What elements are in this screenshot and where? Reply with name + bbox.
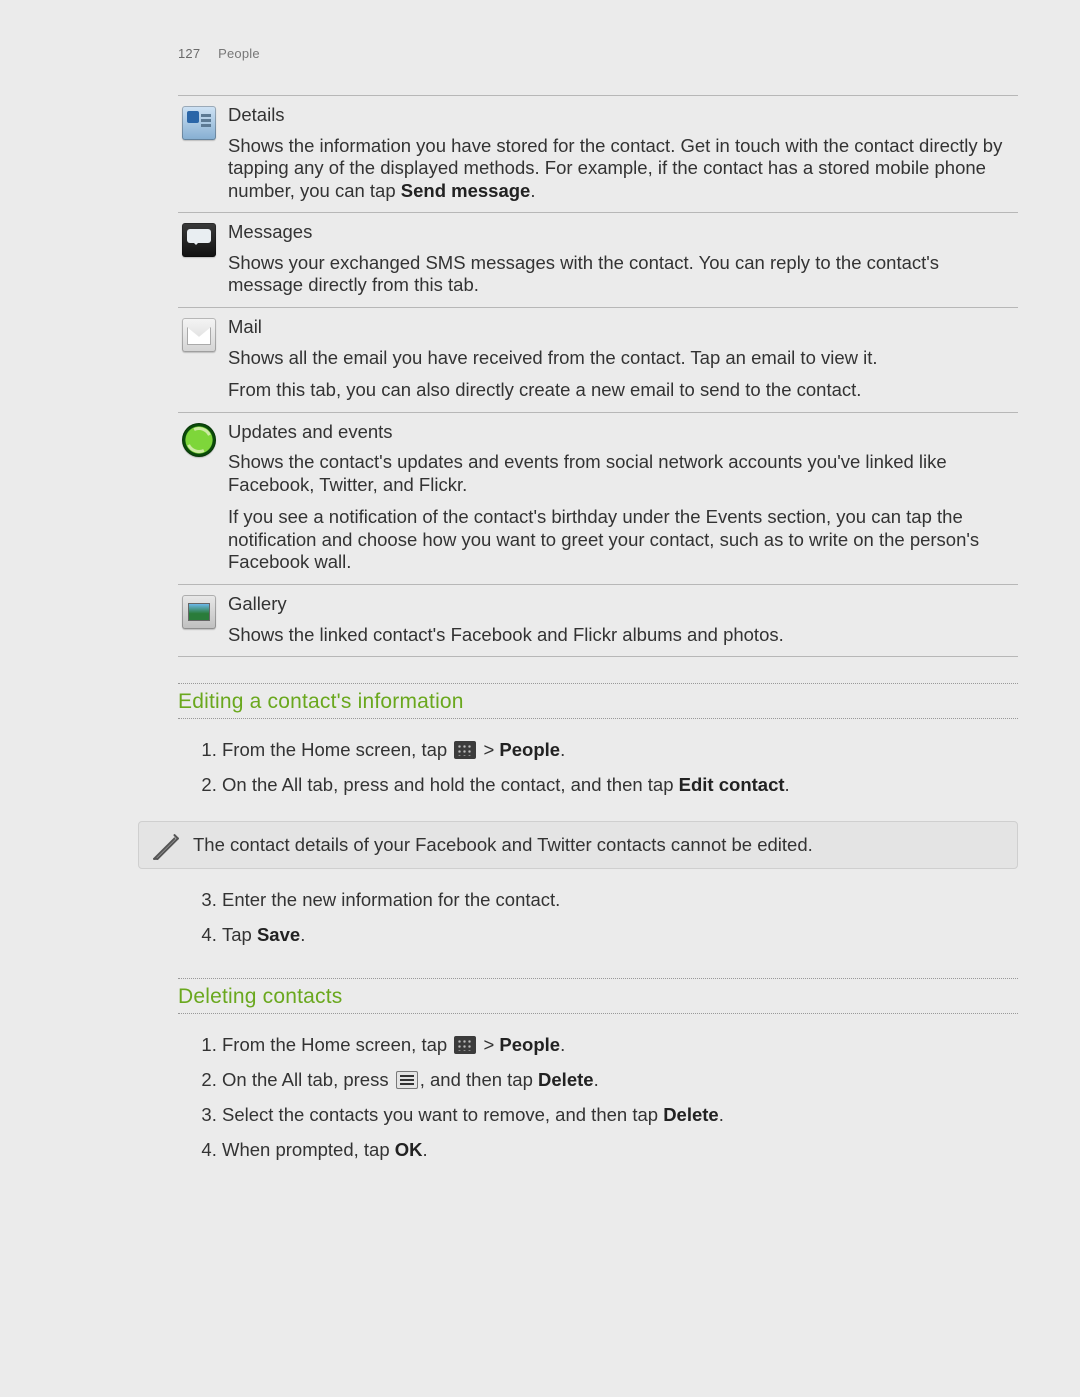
tab-paragraph: Shows your exchanged SMS messages with t… xyxy=(228,252,1012,297)
menu-icon xyxy=(396,1071,418,1089)
updates-icon xyxy=(182,423,216,457)
section-name: People xyxy=(218,46,260,61)
content-area: Details Shows the information you have s… xyxy=(178,95,1018,1168)
note-callout: The contact details of your Facebook and… xyxy=(138,821,1018,869)
tab-paragraph: From this tab, you can also directly cre… xyxy=(228,379,1012,402)
tab-row-updates: Updates and events Shows the contact's u… xyxy=(178,412,1018,584)
step-item: From the Home screen, tap > People. xyxy=(222,733,1018,768)
heading-deleting: Deleting contacts xyxy=(178,978,1018,1014)
step-item: On the All tab, press , and then tap Del… xyxy=(222,1063,1018,1098)
step-item: Select the contacts you want to remove, … xyxy=(222,1098,1018,1133)
tab-row-mail: Mail Shows all the email you have receiv… xyxy=(178,307,1018,412)
tab-row-messages: Messages Shows your exchanged SMS messag… xyxy=(178,212,1018,307)
page-number: 127 xyxy=(178,46,200,61)
steps-edit-a: From the Home screen, tap > People. On t… xyxy=(178,733,1018,803)
mail-icon xyxy=(182,318,216,352)
tabs-table: Details Shows the information you have s… xyxy=(178,95,1018,657)
tab-row-gallery: Gallery Shows the linked contact's Faceb… xyxy=(178,584,1018,656)
steps-delete: From the Home screen, tap > People. On t… xyxy=(178,1028,1018,1167)
step-item: Enter the new information for the contac… xyxy=(222,883,1018,918)
tab-title: Details xyxy=(228,104,285,125)
heading-editing: Editing a contact's information xyxy=(178,683,1018,719)
step-item: Tap Save. xyxy=(222,918,1018,953)
steps-edit-b: Enter the new information for the contac… xyxy=(178,883,1018,953)
tab-paragraph: Shows all the email you have received fr… xyxy=(228,347,1012,370)
gallery-icon xyxy=(182,595,216,629)
tab-title: Messages xyxy=(228,221,312,242)
tab-paragraph: If you see a notification of the contact… xyxy=(228,506,1012,574)
tab-row-details: Details Shows the information you have s… xyxy=(178,96,1018,212)
page: 127 People Details Shows the information… xyxy=(0,0,1080,1397)
running-header: 127 People xyxy=(0,46,1080,61)
tab-title: Mail xyxy=(228,316,262,337)
note-text: The contact details of your Facebook and… xyxy=(193,834,813,855)
tab-title: Updates and events xyxy=(228,421,393,442)
step-item: When prompted, tap OK. xyxy=(222,1133,1018,1168)
step-item: From the Home screen, tap > People. xyxy=(222,1028,1018,1063)
tab-paragraph: Shows the linked contact's Facebook and … xyxy=(228,624,1012,647)
step-item: On the All tab, press and hold the conta… xyxy=(222,768,1018,803)
tab-paragraph: Shows the information you have stored fo… xyxy=(228,135,1012,203)
tab-title: Gallery xyxy=(228,593,287,614)
apps-grid-icon xyxy=(454,1036,476,1054)
tab-paragraph: Shows the contact's updates and events f… xyxy=(228,451,1012,496)
apps-grid-icon xyxy=(454,741,476,759)
messages-icon xyxy=(182,223,216,257)
pencil-icon xyxy=(149,830,183,864)
details-icon xyxy=(182,106,216,140)
